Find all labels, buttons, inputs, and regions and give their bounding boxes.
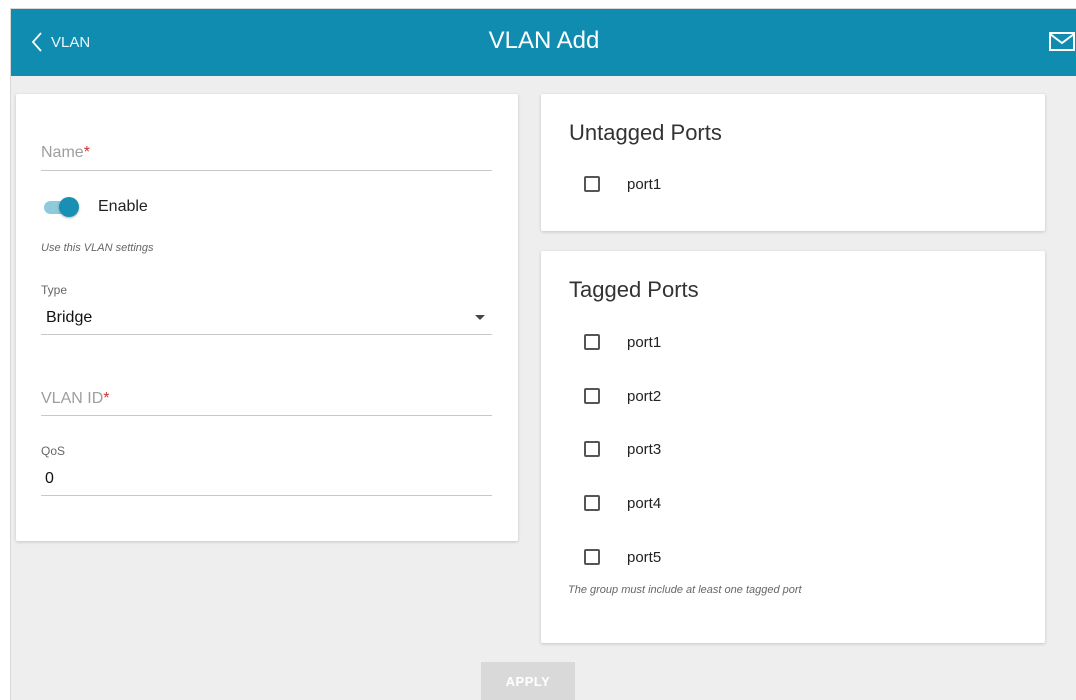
port-label: port5 [627,548,662,566]
tagged-ports-card: Tagged Ports port1 port2 port3 port4 por… [541,251,1045,643]
tagged-ports-title: Tagged Ports [569,277,699,302]
vlan-id-required-mark: * [103,390,110,407]
vlan-settings-card: Name* Enable Use this VLAN settings Type… [16,94,518,541]
enable-hint: Use this VLAN settings [41,242,154,254]
checkbox[interactable] [584,388,600,404]
name-required-mark: * [83,144,90,161]
checkbox[interactable] [584,549,600,565]
mail-icon[interactable] [1049,31,1076,53]
checkbox[interactable] [584,441,600,457]
chevron-down-icon [475,315,485,320]
enable-label: Enable [98,198,148,215]
apply-button[interactable]: APPLY [481,662,575,700]
tagged-port-row[interactable]: port1 [584,331,661,353]
vlan-id-field[interactable]: VLAN ID* [41,390,492,416]
port-label: port4 [627,494,662,512]
untagged-ports-card: Untagged Ports port1 [541,94,1045,231]
enable-toggle[interactable] [42,197,80,217]
port-label: port1 [627,333,662,351]
checkbox[interactable] [584,176,600,192]
port-label: port3 [627,440,662,458]
vlan-id-placeholder: VLAN ID [41,390,104,407]
app-frame: VLAN VLAN Add Name* Enable Use this VLAN… [10,8,1076,700]
checkbox[interactable] [584,495,600,511]
type-label: Type [41,283,68,297]
tagged-port-row[interactable]: port5 [584,546,661,568]
untagged-port-row[interactable]: port1 [584,173,661,195]
name-field[interactable]: Name* [41,144,492,171]
port-label: port1 [627,175,662,193]
checkbox[interactable] [584,334,600,350]
toggle-knob [59,197,79,217]
page-title: VLAN Add [488,27,600,54]
top-bar: VLAN VLAN Add [11,9,1076,76]
tagged-hint: The group must include at least one tagg… [568,584,802,596]
tagged-port-row[interactable]: port3 [584,438,661,460]
type-select[interactable]: Bridge [41,299,492,335]
port-label: port2 [627,387,662,405]
untagged-ports-title: Untagged Ports [569,120,722,145]
tagged-port-row[interactable]: port2 [584,385,661,407]
qos-field[interactable]: 0 [41,460,492,496]
type-value: Bridge [46,309,93,326]
qos-label: QoS [41,444,66,458]
tagged-port-row[interactable]: port4 [584,492,661,514]
name-placeholder: Name [41,144,84,161]
qos-value: 0 [45,470,54,487]
